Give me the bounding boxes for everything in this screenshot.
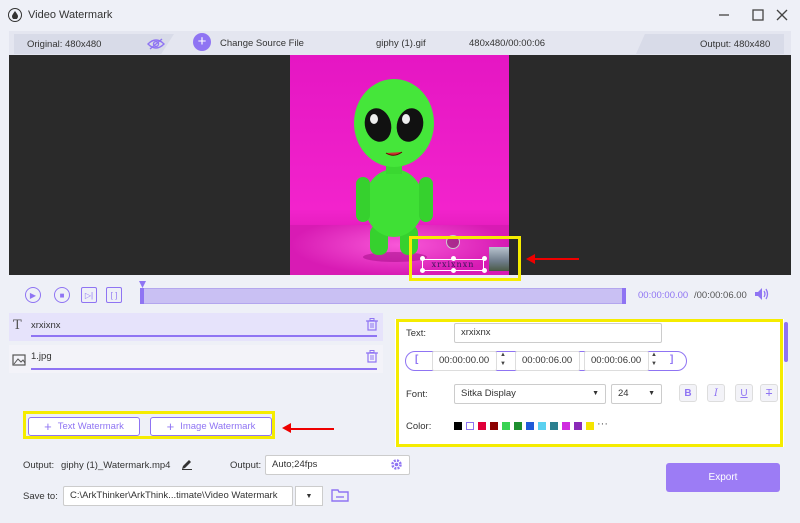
- play-icon[interactable]: ▶: [25, 287, 41, 303]
- font-select[interactable]: Sitka Display ▼: [454, 384, 606, 404]
- add-text-watermark-button[interactable]: + Text Watermark: [28, 417, 140, 436]
- export-button[interactable]: Export: [666, 463, 780, 492]
- font-size-select[interactable]: 24 ▼: [611, 384, 662, 404]
- end-time-input[interactable]: 00:00:06.00: [515, 351, 580, 371]
- italic-button[interactable]: I: [707, 384, 725, 402]
- app-logo-icon: [8, 8, 22, 22]
- text-label: Text:: [406, 328, 427, 339]
- end-bracket-icon[interactable]: ]: [670, 354, 673, 365]
- file-name: giphy (1).gif: [376, 38, 426, 49]
- underline-button[interactable]: U: [735, 384, 753, 402]
- color-swatch-darkred[interactable]: [490, 422, 498, 430]
- title-bar: [0, 0, 800, 31]
- color-swatch-cyan[interactable]: [538, 422, 546, 430]
- delete-icon[interactable]: [366, 350, 378, 363]
- color-swatch-darkgreen[interactable]: [514, 422, 522, 430]
- watermark-label: xrxixnx: [31, 320, 61, 331]
- next-frame-icon[interactable]: ▷|: [81, 287, 97, 303]
- output-filename: giphy (1)_Watermark.mp4: [61, 460, 171, 471]
- start-time-input[interactable]: 00:00:00.00: [432, 351, 497, 371]
- plus-icon: +: [44, 419, 52, 434]
- color-swatch-white[interactable]: [466, 422, 474, 430]
- start-bracket-icon[interactable]: [: [415, 354, 418, 365]
- timeline-end-handle[interactable]: [622, 288, 626, 304]
- image-type-icon: [12, 354, 26, 369]
- annotation-arrow-head: [526, 254, 535, 264]
- chevron-down-icon: ▼: [305, 492, 313, 500]
- chevron-down-icon: ▼: [648, 390, 655, 397]
- duration-input[interactable]: 00:00:06.00: [584, 351, 649, 371]
- color-swatch-blue[interactable]: [526, 422, 534, 430]
- output-size-label: Output: 480x480: [700, 39, 771, 50]
- gear-icon[interactable]: [390, 458, 403, 474]
- save-to-label: Save to:: [23, 491, 58, 502]
- chevron-down-icon: ▼: [592, 390, 599, 397]
- total-time: /00:00:06.00: [694, 290, 747, 301]
- fullscreen-icon[interactable]: [ ]: [106, 287, 122, 303]
- file-info: 480x480/00:00:06: [469, 38, 546, 49]
- color-label: Color:: [406, 421, 432, 432]
- bold-button[interactable]: B: [679, 384, 697, 402]
- window-title: Video Watermark: [28, 9, 113, 21]
- text-type-icon: T: [13, 318, 22, 333]
- color-swatch-teal[interactable]: [550, 422, 558, 430]
- playhead[interactable]: [139, 281, 146, 288]
- scrollbar[interactable]: [784, 322, 788, 362]
- timeline-track[interactable]: [140, 288, 626, 304]
- font-label: Font:: [406, 389, 428, 400]
- color-swatch-yellow[interactable]: [586, 422, 594, 430]
- color-swatch-green[interactable]: [502, 422, 510, 430]
- text-input[interactable]: xrxixnx: [454, 323, 662, 343]
- volume-icon[interactable]: [754, 287, 770, 304]
- timeline-start-handle[interactable]: [140, 288, 144, 304]
- watermark-underline: [31, 335, 377, 337]
- minimize-icon[interactable]: [715, 6, 733, 24]
- annotation-arrow-line: [290, 428, 334, 430]
- stop-icon[interactable]: ■: [54, 287, 70, 303]
- color-swatch-magenta[interactable]: [562, 422, 570, 430]
- annotation-arrow-head: [282, 423, 291, 433]
- save-path-dropdown[interactable]: ▼: [295, 486, 323, 506]
- current-time: 00:00:00.00: [638, 290, 689, 301]
- eye-hidden-icon[interactable]: [147, 38, 165, 53]
- edit-pencil-icon[interactable]: [181, 458, 193, 473]
- watermark-underline: [31, 368, 377, 370]
- strikethrough-button[interactable]: T: [760, 384, 778, 402]
- save-path-field[interactable]: C:\ArkThinker\ArkThink...timate\Video Wa…: [63, 486, 293, 506]
- more-colors-button[interactable]: ···: [597, 418, 608, 430]
- change-source-plus-icon[interactable]: +: [193, 33, 211, 51]
- folder-icon[interactable]: [331, 488, 349, 505]
- output-label: Output:: [23, 460, 55, 471]
- output-format-field[interactable]: Auto;24fps: [265, 455, 410, 475]
- original-size-label: Original: 480x480: [27, 39, 102, 50]
- close-icon[interactable]: [773, 6, 791, 24]
- change-source-button[interactable]: Change Source File: [220, 38, 304, 49]
- maximize-icon[interactable]: [749, 6, 767, 24]
- output-format-label: Output:: [230, 460, 262, 471]
- plus-icon: +: [166, 419, 175, 434]
- add-image-watermark-button[interactable]: + Image Watermark: [150, 417, 272, 436]
- color-swatch-black[interactable]: [454, 422, 462, 430]
- delete-icon[interactable]: [366, 318, 378, 331]
- start-time-stepper[interactable]: ▲ ▼: [500, 351, 506, 369]
- annotation-arrow-line: [533, 258, 579, 260]
- highlight-box-watermark: [409, 236, 521, 281]
- watermark-label: 1.jpg: [31, 351, 52, 362]
- color-swatch-purple[interactable]: [574, 422, 582, 430]
- duration-stepper[interactable]: ▲ ▼: [651, 351, 657, 369]
- color-swatch-red[interactable]: [478, 422, 486, 430]
